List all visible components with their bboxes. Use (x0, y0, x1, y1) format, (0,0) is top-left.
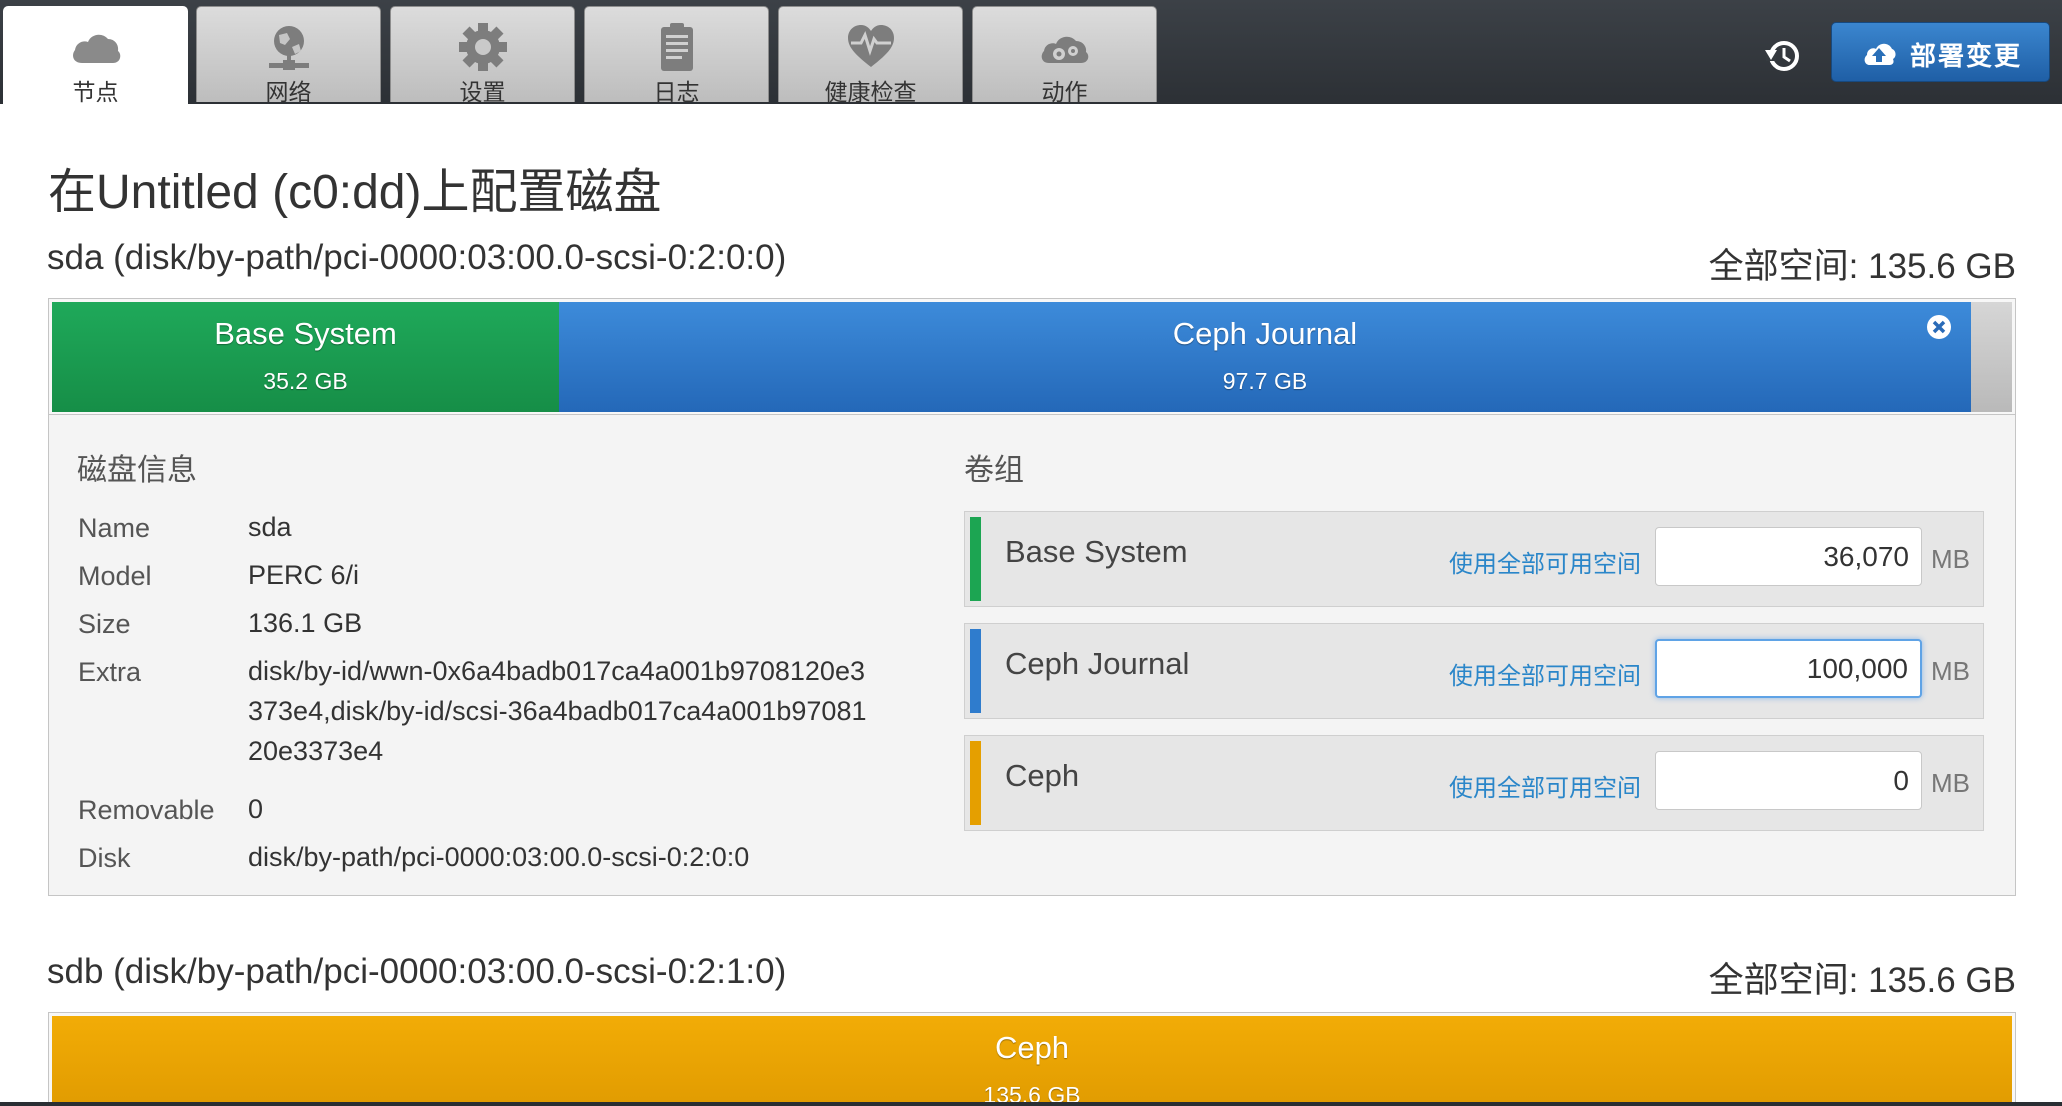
segment-name: Ceph Journal (1172, 316, 1358, 351)
volume-group-name: Ceph (1005, 758, 1080, 793)
volume-group-color-stripe (970, 629, 981, 713)
info-value-model: PERC 6/i (248, 560, 360, 590)
volume-size-unit: MB (1931, 768, 1970, 798)
volume-size-input[interactable] (1655, 751, 1922, 810)
tab-health-check[interactable]: 健康检查 (778, 6, 963, 105)
volume-group-name: Ceph Journal (1005, 646, 1190, 681)
info-value-extra: disk/by-id/wwn-0x6a4badb017ca4a001b97081… (248, 656, 867, 766)
disk-space-bar: Ceph 135.6 GB (48, 1012, 2016, 1102)
history-icon (1765, 41, 1799, 71)
disk-info-heading: 磁盘信息 (77, 454, 197, 487)
info-key-model: Model (78, 561, 152, 591)
volume-group-row: Ceph Journal 使用全部可用空间 MB (964, 623, 1984, 719)
info-key-extra: Extra (78, 657, 142, 687)
tab-actions[interactable]: 动作 (972, 6, 1157, 105)
page-title: 在Untitled (c0:dd)上配置磁盘 (48, 166, 662, 219)
disk-space-bar: Base System 35.2 GB Ceph Journal 97.7 GB (48, 298, 2016, 416)
info-key-size: Size (78, 609, 131, 639)
volume-groups-heading: 卷组 (964, 454, 1024, 487)
segment-unallocated (1971, 302, 2012, 412)
use-all-space-link[interactable]: 使用全部可用空间 (1449, 656, 1641, 691)
clipboard-log-icon (660, 23, 693, 71)
segment-size: 35.2 GB (263, 368, 348, 394)
info-value-removable: 0 (248, 794, 264, 824)
deploy-changes-button[interactable]: 部署变更 (1831, 22, 2050, 82)
tab-label: 设置 (459, 79, 506, 105)
cloud-icon (72, 34, 120, 63)
segment-size: 97.7 GB (1222, 368, 1308, 394)
tab-network[interactable]: 网络 (196, 6, 381, 105)
disk-details-panel: 磁盘信息 Name sda Model PERC 6/i Size 136.1 … (48, 414, 2016, 896)
tab-label: 动作 (1041, 79, 1088, 105)
main-content: 在Untitled (c0:dd)上配置磁盘 sda (disk/by-path… (0, 104, 2062, 1102)
cloud-gears-icon (1041, 36, 1088, 63)
use-all-space-link[interactable]: 使用全部可用空间 (1449, 544, 1641, 579)
deploy-label: 部署变更 (1910, 41, 2023, 71)
network-globe-icon (268, 26, 309, 70)
tab-logs[interactable]: 日志 (584, 6, 769, 105)
volume-group-row: Base System 使用全部可用空间 MB (964, 511, 1984, 607)
cloud-upload-icon (1864, 43, 1896, 65)
info-value-size: 136.1 GB (248, 608, 363, 638)
tab-label: 网络 (265, 79, 312, 105)
segment-base-system[interactable]: Base System 35.2 GB (52, 302, 559, 412)
info-key-disk: Disk (78, 843, 131, 873)
segment-name: Ceph (994, 1030, 1070, 1065)
info-key-name: Name (78, 513, 151, 543)
segment-ceph-journal[interactable]: Ceph Journal 97.7 GB (559, 302, 1971, 412)
volume-group-color-stripe (970, 741, 981, 825)
disk-title: sda (disk/by-path/pci-0000:03:00.0-scsi-… (47, 238, 787, 277)
tab-label: 节点 (72, 79, 119, 105)
heart-pulse-icon (847, 25, 894, 67)
info-value-name: sda (248, 512, 292, 542)
disk-total-space: 全部空间: 135.6 GB (1708, 961, 2016, 1000)
remove-segment-icon[interactable] (1926, 314, 1952, 340)
volume-size-unit: MB (1931, 656, 1970, 686)
segment-ceph[interactable]: Ceph 135.6 GB (52, 1016, 2012, 1102)
use-all-space-link[interactable]: 使用全部可用空间 (1449, 768, 1641, 803)
volume-size-input[interactable] (1655, 527, 1922, 586)
gear-icon (458, 23, 507, 71)
tab-nodes[interactable]: 节点 (3, 6, 188, 105)
disk-title: sdb (disk/by-path/pci-0000:03:00.0-scsi-… (47, 952, 787, 991)
segment-size: 135.6 GB (983, 1082, 1081, 1102)
history-button[interactable] (1762, 36, 1806, 76)
segment-name: Base System (214, 316, 397, 351)
tab-label: 健康检查 (824, 79, 917, 105)
tab-settings[interactable]: 设置 (390, 6, 575, 105)
info-key-removable: Removable (78, 795, 215, 825)
volume-size-input[interactable] (1655, 639, 1922, 698)
volume-group-row: Ceph 使用全部可用空间 MB (964, 735, 1984, 831)
tab-label: 日志 (653, 79, 700, 105)
info-value-disk: disk/by-path/pci-0000:03:00.0-scsi-0:2:0… (248, 842, 750, 872)
top-navigation-bar: 节点 网络 设置 日志 健康检查 动作 部署变更 (0, 0, 2062, 105)
disk-total-space: 全部空间: 135.6 GB (1708, 247, 2016, 286)
volume-group-color-stripe (970, 517, 981, 601)
volume-size-unit: MB (1931, 544, 1970, 574)
volume-group-name: Base System (1005, 534, 1188, 569)
